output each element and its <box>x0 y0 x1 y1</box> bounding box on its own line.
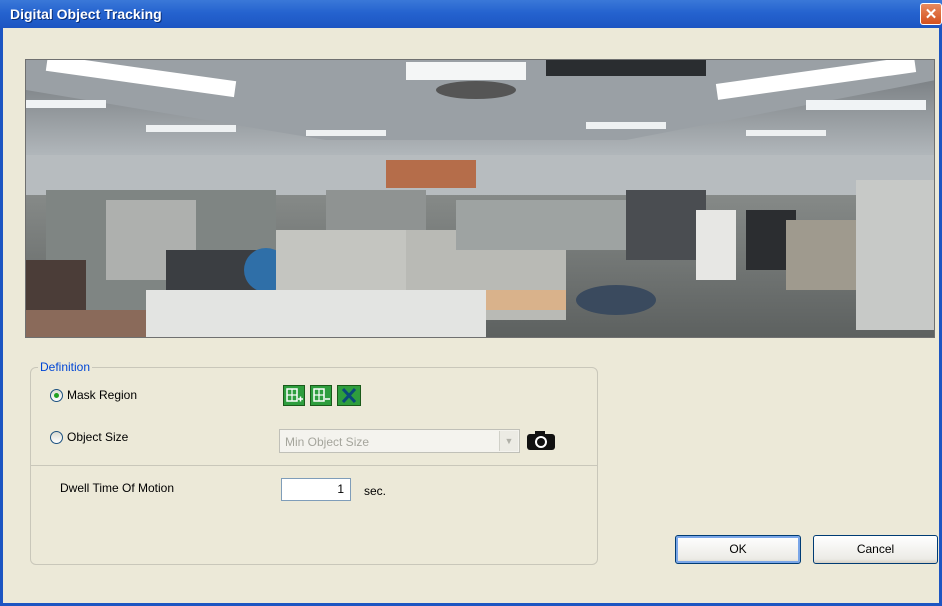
object-size-select-value: Min Object Size <box>285 435 370 449</box>
remove-region-icon <box>313 388 330 402</box>
definition-legend: Definition <box>38 360 93 374</box>
object-size-select[interactable]: Min Object Size ▼ <box>279 429 520 453</box>
camera-icon <box>527 431 555 450</box>
cancel-button[interactable]: Cancel <box>813 535 938 564</box>
close-icon: ✕ <box>924 6 938 23</box>
window-title: Digital Object Tracking <box>10 6 162 22</box>
dwell-time-label: Dwell Time Of Motion <box>60 481 175 495</box>
clear-region-icon <box>341 387 357 404</box>
panorama-office-image <box>26 60 934 337</box>
ok-button[interactable]: OK <box>675 535 801 564</box>
add-region-icon <box>286 388 303 402</box>
clear-region-button[interactable] <box>337 385 361 406</box>
dwell-time-unit: sec. <box>364 484 387 498</box>
mask-region-radio[interactable] <box>50 389 63 402</box>
dwell-time-input[interactable]: 1 <box>281 478 351 501</box>
camera-preview-image <box>25 59 935 338</box>
object-size-label[interactable]: Object Size <box>67 430 128 444</box>
snapshot-button[interactable] <box>524 428 558 452</box>
mask-region-label[interactable]: Mask Region <box>67 388 137 402</box>
title-bar: Digital Object Tracking ✕ <box>0 0 942 28</box>
close-button[interactable]: ✕ <box>920 3 942 25</box>
radio-selected-dot <box>54 393 59 398</box>
add-region-button[interactable] <box>283 385 305 406</box>
object-size-radio[interactable] <box>50 431 63 444</box>
remove-region-button[interactable] <box>310 385 332 406</box>
chevron-down-icon[interactable]: ▼ <box>499 431 518 451</box>
